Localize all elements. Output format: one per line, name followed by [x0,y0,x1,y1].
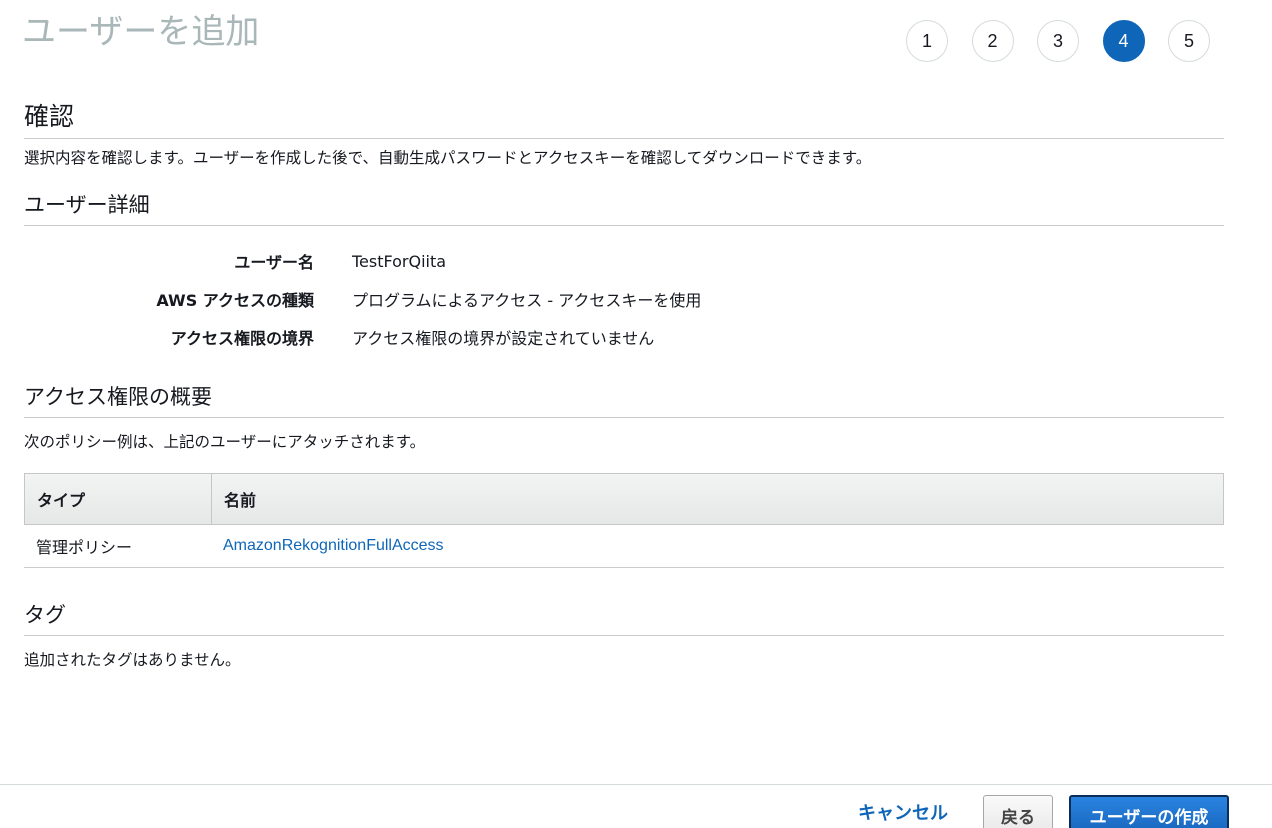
user-details-list: ユーザー名 TestForQiita AWS アクセスの種類 プログラムによるア… [24,242,824,356]
detail-key: ユーザー名 [234,253,314,272]
detail-row-username: ユーザー名 TestForQiita [24,242,824,280]
tags-heading: タグ [24,600,1224,636]
permissions-section: アクセス権限の概要 次のポリシー例は、上記のユーザーにアタッチされます。 [24,382,1224,453]
policy-name-link[interactable]: AmazonRekognitionFullAccess [223,537,444,555]
policy-name-cell: AmazonRekognitionFullAccess [211,525,1224,567]
permissions-description: 次のポリシー例は、上記のユーザーにアタッチされます。 [24,433,426,451]
cancel-button[interactable]: キャンセル [858,799,948,825]
tags-empty-text: 追加されたタグはありません。 [24,651,241,669]
detail-key: アクセス権限の境界 [170,329,314,348]
table-header: タイプ 名前 [24,473,1224,525]
review-section: 確認 選択内容を確認します。ユーザーを作成した後で、自動生成パスワードとアクセス… [24,100,1224,169]
detail-key: AWS アクセスの種類 [156,291,314,310]
detail-value: プログラムによるアクセス - アクセスキーを使用 [352,291,702,310]
review-heading: 確認 [24,100,1224,139]
review-description: 選択内容を確認します。ユーザーを作成した後で、自動生成パスワードとアクセスキーを… [24,149,872,167]
column-header-type[interactable]: タイプ [25,474,212,524]
detail-value: アクセス権限の境界が設定されていません [352,329,655,348]
step-3[interactable]: 3 [1037,20,1079,62]
back-button[interactable]: 戻る [983,795,1053,828]
page-title: ユーザーを追加 [22,12,260,52]
wizard-footer: キャンセル 戻る ユーザーの作成 [0,784,1272,828]
user-details-section: ユーザー詳細 [24,190,1224,226]
detail-row-permissions-boundary: アクセス権限の境界 アクセス権限の境界が設定されていません [24,318,824,356]
detail-value: TestForQiita [352,251,447,271]
column-header-name[interactable]: 名前 [212,474,1223,524]
permissions-table: タイプ 名前 管理ポリシー AmazonRekognitionFullAcces… [24,473,1224,568]
permissions-heading: アクセス権限の概要 [24,382,1224,418]
wizard-steps: 1 2 3 4 5 [906,20,1234,62]
table-row: 管理ポリシー AmazonRekognitionFullAccess [24,525,1224,568]
user-details-heading: ユーザー詳細 [24,190,1224,226]
tags-section: タグ 追加されたタグはありません。 [24,600,1224,671]
step-2[interactable]: 2 [971,20,1014,62]
policy-type-cell: 管理ポリシー [36,538,133,557]
create-user-button[interactable]: ユーザーの作成 [1069,795,1229,828]
add-user-page: ユーザーを追加 1 2 3 4 5 確認 選択内容を確認します。ユーザーを作成し… [0,0,1272,828]
detail-row-access-type: AWS アクセスの種類 プログラムによるアクセス - アクセスキーを使用 [24,280,824,318]
step-5[interactable]: 5 [1168,20,1210,62]
step-1[interactable]: 1 [906,20,948,62]
step-4-current[interactable]: 4 [1102,20,1145,62]
